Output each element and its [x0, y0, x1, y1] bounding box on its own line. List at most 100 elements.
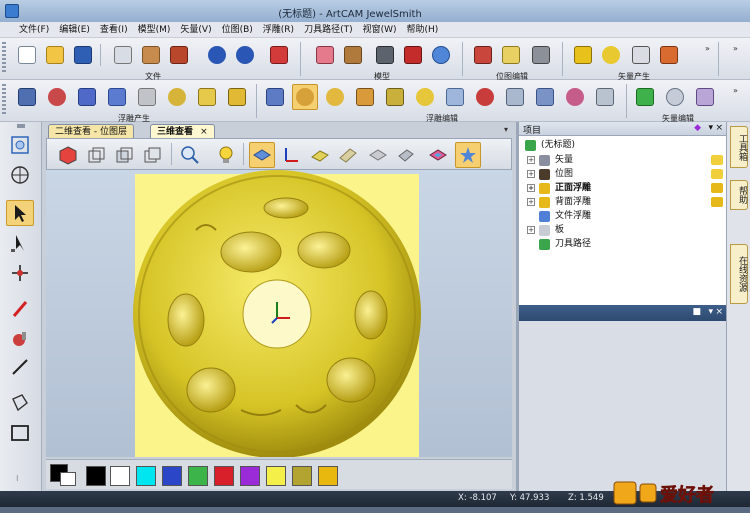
properties-close-icon[interactable]: × [715, 307, 723, 317]
bitmap-color-icon[interactable] [528, 42, 554, 68]
vector-star-icon[interactable] [570, 42, 596, 68]
palette-swatch-green[interactable] [188, 466, 208, 486]
relief-canvas[interactable] [46, 170, 512, 457]
tree-item-back-relief[interactable]: + 背面浮雕 [519, 195, 727, 209]
relief-scale-icon[interactable] [412, 84, 438, 110]
node-edit-icon[interactable] [6, 230, 34, 256]
palette-swatch-blue[interactable] [162, 466, 182, 486]
relief-slice-icon[interactable] [532, 84, 558, 110]
menu-bitmap[interactable]: 位图(B) [217, 22, 258, 38]
cut-icon[interactable] [110, 42, 136, 68]
open-folder-icon[interactable] [42, 42, 68, 68]
menu-model[interactable]: 模型(M) [133, 22, 176, 38]
side-tab-online[interactable]: 在线资源 [730, 244, 748, 304]
transform-icon[interactable] [6, 260, 34, 286]
zoom-window-icon[interactable] [6, 132, 34, 158]
toolbar-overflow-icon[interactable]: » [733, 44, 738, 53]
block-view-icon[interactable] [365, 142, 391, 168]
relief-sculpt-icon[interactable] [292, 84, 318, 110]
model-piggy-icon[interactable] [312, 42, 338, 68]
tree-item-vectors[interactable]: + 矢量 [519, 153, 727, 167]
palette-swatch-purple[interactable] [240, 466, 260, 486]
menu-edit[interactable]: 编辑(E) [54, 22, 95, 38]
menu-toolpaths[interactable]: 刀具路径(T) [299, 22, 358, 38]
select-arrow-icon[interactable] [6, 200, 34, 226]
toolbox-grip[interactable] [17, 124, 25, 128]
view-front-icon[interactable] [111, 142, 137, 168]
expand-icon[interactable]: + [527, 170, 535, 178]
relief-knot-icon[interactable] [164, 84, 190, 110]
relief-texture-icon[interactable] [382, 84, 408, 110]
menu-relief[interactable]: 浮雕(R) [258, 22, 299, 38]
fill-icon[interactable] [6, 390, 34, 416]
vector-add-icon[interactable] [632, 84, 658, 110]
palette-swatch-yellow[interactable] [266, 466, 286, 486]
palette-swatch-black[interactable] [86, 466, 106, 486]
menu-file[interactable]: 文件(F) [14, 22, 54, 38]
palette-swatch-olive[interactable] [292, 466, 312, 486]
layer-status-icon[interactable] [711, 197, 723, 207]
vector-delete-icon[interactable] [628, 42, 654, 68]
layer-status-icon[interactable] [711, 169, 723, 179]
edit-pencil-icon[interactable] [266, 42, 292, 68]
copy-icon[interactable] [138, 42, 164, 68]
vector-mirror-icon[interactable] [692, 84, 718, 110]
relief-dome-icon[interactable] [562, 84, 588, 110]
redo-icon[interactable] [232, 42, 258, 68]
menu-vector[interactable]: 矢量(V) [175, 22, 216, 38]
zoom-icon[interactable] [177, 142, 203, 168]
relief-smooth-icon[interactable] [322, 84, 348, 110]
relief-view-icon[interactable] [307, 142, 333, 168]
tree-item-bitmaps[interactable]: + 位图 [519, 167, 727, 181]
model-bear-icon[interactable] [340, 42, 366, 68]
relief-merge-icon[interactable] [224, 84, 250, 110]
vector-arc-icon[interactable] [598, 42, 624, 68]
relief-pad-icon[interactable] [194, 84, 220, 110]
tab-dropdown-icon[interactable]: ▾ [504, 125, 508, 134]
axis-icon[interactable] [277, 142, 303, 168]
properties-menu-icon[interactable]: ▾ [708, 307, 713, 317]
3d-viewport[interactable] [46, 170, 512, 457]
model-robot-icon[interactable] [372, 42, 398, 68]
panel-pin-icon[interactable]: ▾ [708, 123, 713, 133]
panel-close-icon[interactable]: × [715, 123, 723, 133]
close-tab-icon[interactable]: × [200, 127, 208, 137]
bitmap-eraser-icon[interactable] [498, 42, 524, 68]
toolpath-view-icon[interactable] [335, 142, 361, 168]
relief-plane-icon[interactable] [262, 84, 288, 110]
toolbar-overflow-icon[interactable]: » [733, 86, 738, 95]
relief-wrap-icon[interactable] [442, 84, 468, 110]
menu-window[interactable]: 视窗(W) [358, 22, 402, 38]
menu-view[interactable]: 查看(I) [95, 22, 133, 38]
tab-2d-view[interactable]: 二维查看 - 位图层 [48, 124, 134, 138]
panel-options-icon[interactable]: ◆ [694, 123, 701, 133]
side-tab-toolbox[interactable]: 工具箱 [730, 126, 748, 168]
expand-icon[interactable]: + [527, 156, 535, 164]
rectangle-icon[interactable] [6, 420, 34, 446]
shade-view-icon[interactable] [393, 142, 419, 168]
bitmap-fill-icon[interactable] [470, 42, 496, 68]
plane-view-icon[interactable] [249, 142, 275, 168]
view-side-icon[interactable] [139, 142, 165, 168]
secondary-color-swatch[interactable] [60, 472, 76, 486]
relief-cut-icon[interactable] [592, 84, 618, 110]
expand-icon[interactable]: + [527, 226, 535, 234]
relief-shape-icon[interactable] [14, 84, 40, 110]
line-icon[interactable] [6, 354, 34, 380]
tree-root[interactable]: (无标题) [519, 138, 727, 152]
palette-swatch-white[interactable] [110, 466, 130, 486]
toolbox-overflow-icon[interactable]: ⁝ [16, 474, 19, 483]
properties-pin-icon[interactable]: ■ [692, 307, 701, 317]
tree-item-file-relief[interactable]: 文件浮雕 [519, 209, 727, 223]
tree-item-front-relief[interactable]: + 正面浮雕 [519, 181, 727, 195]
pan-globe-icon[interactable] [6, 162, 34, 188]
relief-extrude-icon[interactable] [44, 84, 70, 110]
tab-3d-view[interactable]: 三维查看 × [150, 124, 215, 138]
relief-star-icon[interactable] [74, 84, 100, 110]
view-iso-icon[interactable] [55, 142, 81, 168]
paint-icon[interactable] [6, 326, 34, 352]
tree-item-toolpaths[interactable]: 刀具路径 [519, 237, 727, 251]
undo-icon[interactable] [204, 42, 230, 68]
light-bulb-icon[interactable] [213, 142, 239, 168]
palette-swatch-gold[interactable] [318, 466, 338, 486]
